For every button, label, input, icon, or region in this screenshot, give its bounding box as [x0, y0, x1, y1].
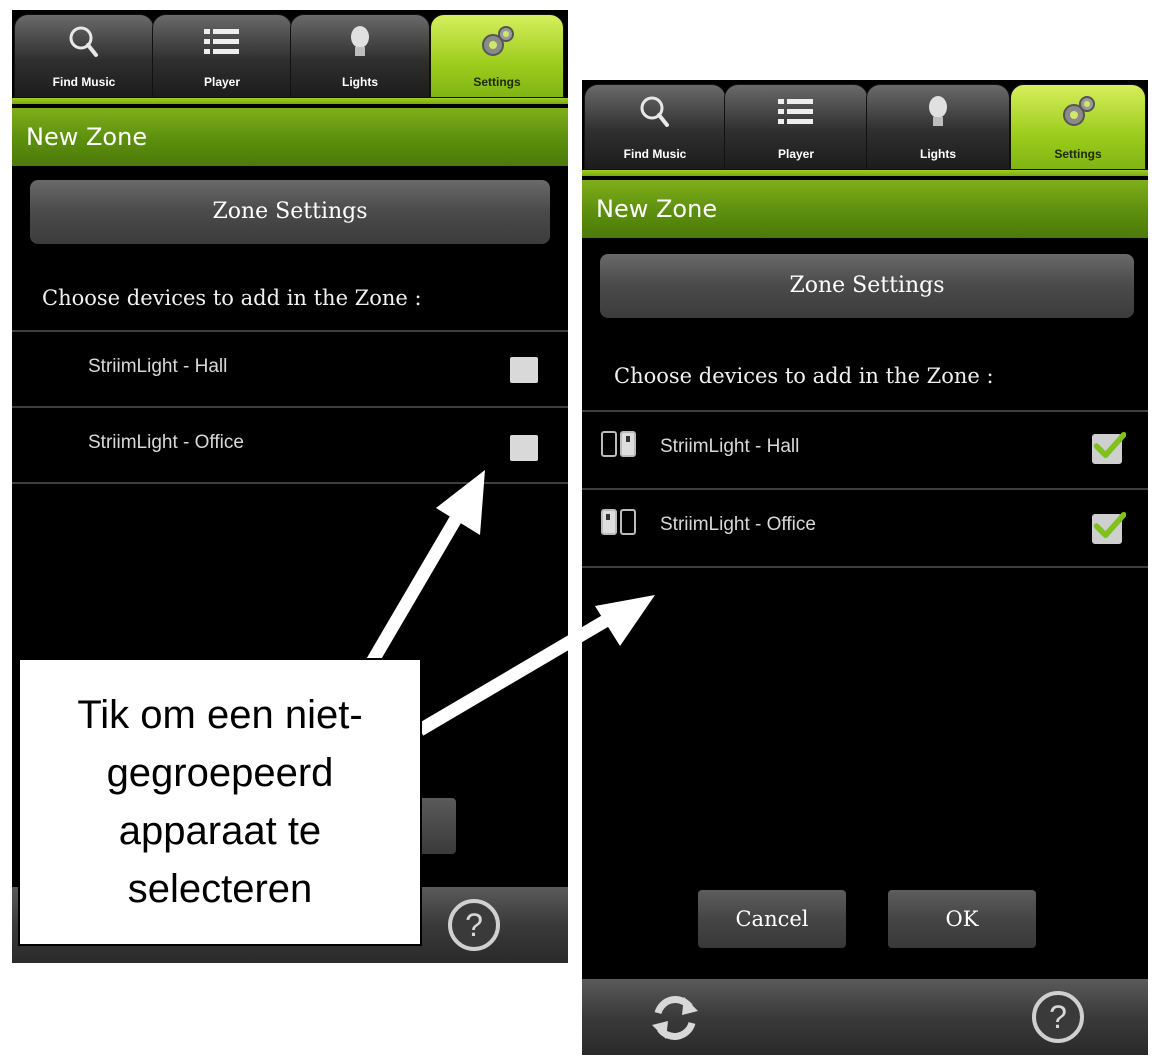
arrow-to-checkbox [366, 470, 485, 666]
arrow-to-right-screen [416, 595, 655, 736]
callout-text: Tik om een niet-gegroepeerd apparaat te … [77, 693, 363, 911]
instruction-callout: Tik om een niet-gegroepeerd apparaat te … [18, 658, 422, 946]
